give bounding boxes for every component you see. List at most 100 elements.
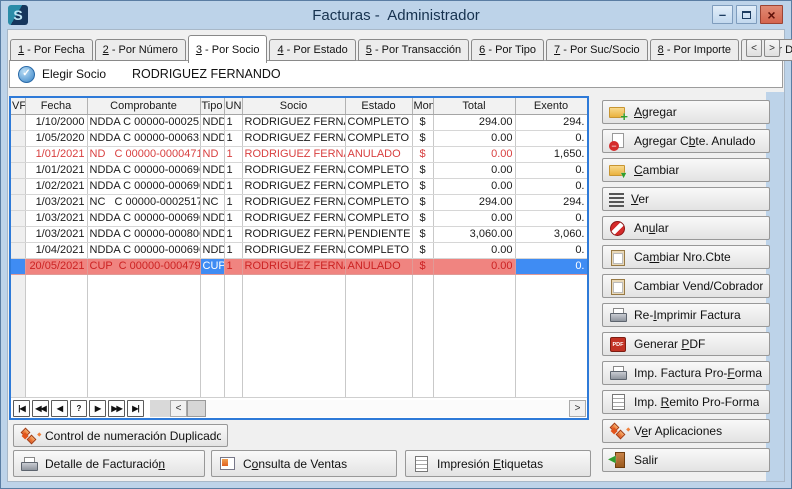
cell-fecha[interactable]: 20/05/2021 (25, 258, 87, 274)
scrollbar-track[interactable] (206, 400, 569, 417)
cell-exento[interactable]: 3,060. (515, 226, 587, 242)
cell-total[interactable]: 0.00 (433, 258, 515, 274)
cell-vf[interactable] (11, 242, 25, 258)
invoice-row[interactable]: 20/05/2021CUP C 00000-00047970CUP1RODRIG… (11, 258, 587, 274)
cell-total[interactable]: 0.00 (433, 162, 515, 178)
cell-estado[interactable]: COMPLETO (345, 210, 412, 226)
cell-vf[interactable] (11, 258, 25, 274)
cell-comprobante[interactable]: NDDA C 00000-0006964 (87, 162, 200, 178)
cell-estado[interactable]: COMPLETO (345, 130, 412, 146)
ver-button[interactable]: Ver (602, 187, 770, 211)
cell-tipo[interactable]: NDD (200, 210, 224, 226)
cell-mon[interactable]: $ (412, 130, 433, 146)
cell-mon[interactable]: $ (412, 242, 433, 258)
cell-estado[interactable]: COMPLETO (345, 114, 412, 130)
cell-mon[interactable]: $ (412, 162, 433, 178)
cell-total[interactable]: 0.00 (433, 178, 515, 194)
nav-last-button[interactable]: ▶| (127, 400, 144, 417)
agregar-cbte-anulado-button[interactable]: Agregar Cbte. Anulado (602, 129, 770, 153)
cell-estado[interactable]: PENDIENTE (345, 226, 412, 242)
cell-exento[interactable]: 0. (515, 258, 587, 274)
invoice-row[interactable]: 1/01/2021ND C 00000-00004717ND1RODRIGUEZ… (11, 146, 587, 162)
invoice-row[interactable]: 1/02/2021NDDA C 00000-0006964NDD1RODRIGU… (11, 178, 587, 194)
cambiar-button[interactable]: Cambiar (602, 158, 770, 182)
invoice-row[interactable]: 1/01/2021NDDA C 00000-0006964NDD1RODRIGU… (11, 162, 587, 178)
cell-fecha[interactable]: 1/03/2021 (25, 226, 87, 242)
cell-tipo[interactable]: NDD (200, 178, 224, 194)
tab-por-fecha[interactable]: 1 - Por Fecha (10, 39, 93, 61)
cell-tipo[interactable]: NC (200, 194, 224, 210)
horizontal-scrollbar[interactable]: < > (150, 400, 586, 417)
cell-tipo[interactable]: CUP (200, 258, 224, 274)
cell-mon[interactable]: $ (412, 178, 433, 194)
cell-comprobante[interactable]: NDDA C 00000-0002517 (87, 114, 200, 130)
tab-por-numero[interactable]: 2 - Por Número (95, 39, 186, 61)
cell-vf[interactable] (11, 130, 25, 146)
impresion-etiquetas-button[interactable]: Impresión Etiquetas (405, 450, 591, 477)
cell-total[interactable]: 0.00 (433, 146, 515, 162)
cell-socio[interactable]: RODRIGUEZ FERNANDO (242, 210, 345, 226)
tab-por-tipo[interactable]: 6 - Por Tipo (471, 39, 544, 61)
cell-exento[interactable]: 0. (515, 162, 587, 178)
cell-estado[interactable]: COMPLETO (345, 162, 412, 178)
elegir-socio-button[interactable]: ✓ Elegir Socio (18, 66, 106, 83)
re-imprimir-factura-button[interactable]: Re-Imprimir Factura (602, 303, 770, 327)
cell-exento[interactable]: 0. (515, 210, 587, 226)
tab-scroll-left-button[interactable]: < (746, 39, 762, 57)
tab-por-suc-socio[interactable]: 7 - Por Suc/Socio (546, 39, 648, 61)
invoice-row[interactable]: 1/04/2021NDDA C 00000-0006964NDD1RODRIGU… (11, 242, 587, 258)
tab-scroll-right-button[interactable]: > (764, 39, 780, 57)
imp-remito-pro-forma-button[interactable]: Imp. Remito Pro-Forma (602, 390, 770, 414)
cell-un[interactable]: 1 (224, 226, 242, 242)
cell-socio[interactable]: RODRIGUEZ FERNANDO (242, 130, 345, 146)
cell-tipo[interactable]: ND (200, 146, 224, 162)
cell-mon[interactable]: $ (412, 258, 433, 274)
cell-un[interactable]: 1 (224, 194, 242, 210)
cell-tipo[interactable]: NDD (200, 162, 224, 178)
cell-un[interactable]: 1 (224, 242, 242, 258)
cell-tipo[interactable]: NDD (200, 130, 224, 146)
cell-exento[interactable]: 1,650. (515, 146, 587, 162)
cell-total[interactable]: 294.00 (433, 194, 515, 210)
cell-total[interactable]: 0.00 (433, 242, 515, 258)
cell-comprobante[interactable]: NDDA C 00000-0008068 (87, 226, 200, 242)
imp-factura-pro-forma-button[interactable]: Imp. Factura Pro-Forma (602, 361, 770, 385)
invoice-row[interactable]: 1/03/2021NC C 00000-00025177NC1RODRIGUEZ… (11, 194, 587, 210)
cell-vf[interactable] (11, 226, 25, 242)
detalle-facturacion-button[interactable]: Detalle de Facturación (13, 450, 205, 477)
cell-tipo[interactable]: NDD (200, 226, 224, 242)
anular-button[interactable]: Anular (602, 216, 770, 240)
generar-pdf-button[interactable]: Generar PDF (602, 332, 770, 356)
cell-vf[interactable] (11, 146, 25, 162)
cell-fecha[interactable]: 1/01/2021 (25, 162, 87, 178)
cell-mon[interactable]: $ (412, 194, 433, 210)
cell-vf[interactable] (11, 210, 25, 226)
cell-socio[interactable]: RODRIGUEZ FERNANDO (242, 146, 345, 162)
cell-un[interactable]: 1 (224, 162, 242, 178)
cell-comprobante[interactable]: CUP C 00000-00047970 (87, 258, 200, 274)
salir-button[interactable]: Salir (602, 448, 770, 472)
cell-fecha[interactable]: 1/10/2000 (25, 114, 87, 130)
cambiar-nro-cbte-button[interactable]: Cambiar Nro.Cbte (602, 245, 770, 269)
cell-total[interactable]: 294.00 (433, 114, 515, 130)
tab-por-transaccion[interactable]: 5 - Por Transacción (358, 39, 469, 61)
invoice-row[interactable]: 1/10/2000NDDA C 00000-0002517NDD1RODRIGU… (11, 114, 587, 130)
cell-vf[interactable] (11, 178, 25, 194)
cell-un[interactable]: 1 (224, 258, 242, 274)
cell-vf[interactable] (11, 194, 25, 210)
cell-comprobante[interactable]: NDDA C 00000-0006964 (87, 210, 200, 226)
maximize-button[interactable] (736, 5, 757, 24)
nav-prior-button[interactable]: ◀ (51, 400, 68, 417)
cell-fecha[interactable]: 1/05/2020 (25, 130, 87, 146)
cell-un[interactable]: 1 (224, 146, 242, 162)
cell-tipo[interactable]: NDD (200, 242, 224, 258)
consulta-de-ventas-button[interactable]: Consulta de Ventas (211, 450, 397, 477)
cell-exento[interactable]: 0. (515, 130, 587, 146)
nav-next-page-button[interactable]: ▶▶ (108, 400, 125, 417)
cell-comprobante[interactable]: ND C 00000-00004717 (87, 146, 200, 162)
cell-mon[interactable]: $ (412, 146, 433, 162)
cell-tipo[interactable]: NDD (200, 114, 224, 130)
cell-comprobante[interactable]: NDDA C 00000-0006316 (87, 130, 200, 146)
tab-por-estado[interactable]: 4 - Por Estado (269, 39, 355, 61)
cell-un[interactable]: 1 (224, 210, 242, 226)
